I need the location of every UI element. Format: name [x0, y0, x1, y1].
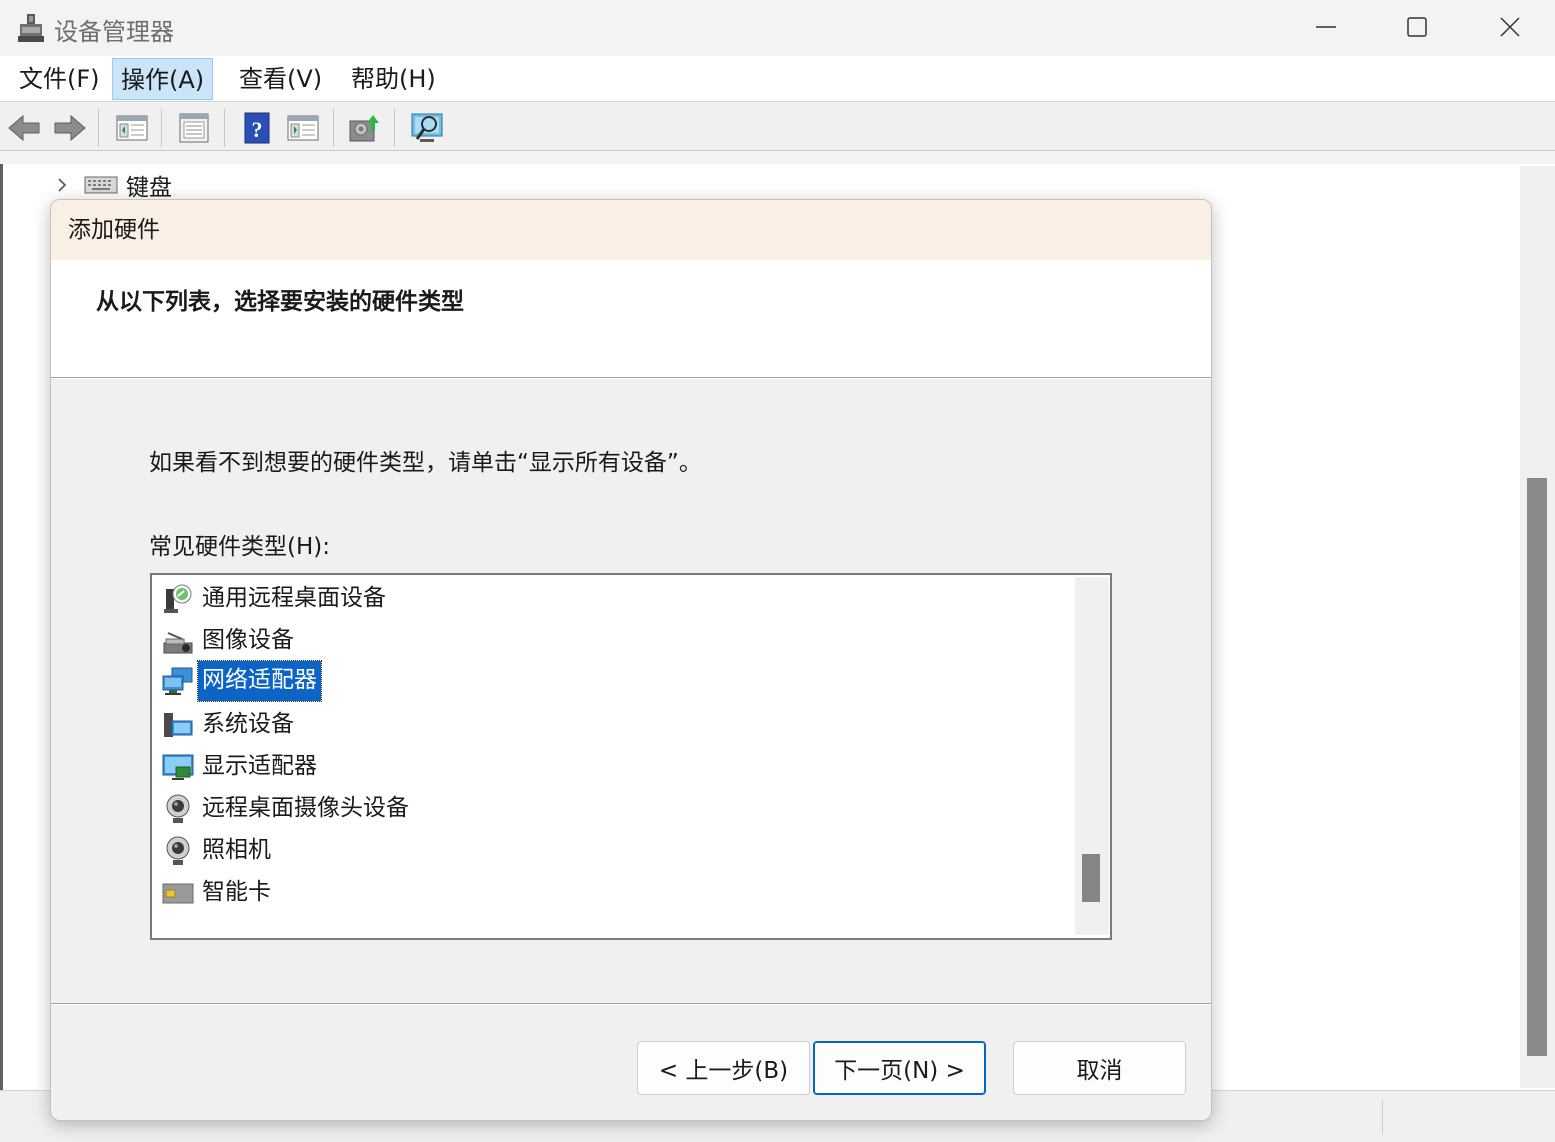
list-item-display-adapter[interactable]: 显示适配器	[162, 749, 321, 785]
scan-hardware-icon[interactable]	[410, 111, 444, 145]
next-button[interactable]: 下一页(N) >	[813, 1041, 986, 1095]
dialog-info-text: 如果看不到想要的硬件类型，请单击“显示所有设备”。	[149, 450, 702, 476]
menu-action[interactable]: 操作(A)	[112, 58, 214, 100]
tree-node-label: 键盘	[126, 175, 172, 201]
list-item-network-adapter[interactable]: 网络适配器	[162, 660, 322, 702]
minimize-button[interactable]	[1281, 0, 1371, 54]
list-item-label: 系统设备	[202, 711, 294, 737]
camera-icon	[166, 836, 190, 865]
show-hide-console-tree-icon[interactable]	[115, 111, 149, 145]
tree-node-keyboard[interactable]: 键盘	[54, 170, 172, 201]
list-item-imaging-device[interactable]: 图像设备	[162, 623, 298, 659]
add-hardware-dialog: 添加硬件 从以下列表，选择要安装的硬件类型 如果看不到想要的硬件类型，请单击“显…	[50, 199, 1212, 1121]
imaging-device-icon	[163, 632, 193, 654]
main-scrollbar-thumb[interactable]	[1527, 478, 1547, 1056]
forward-arrow-icon[interactable]	[53, 111, 87, 145]
list-item-remote-desktop-webcam[interactable]: 远程桌面摄像头设备	[162, 791, 413, 827]
system-device-icon	[164, 713, 193, 737]
device-manager-app-icon	[18, 14, 44, 42]
menu-view[interactable]: 查看(V)	[231, 58, 330, 100]
svg-text:?: ?	[252, 117, 263, 142]
toolbar: ?	[0, 103, 1555, 151]
hardware-list-label: 常见硬件类型(H):	[149, 534, 330, 560]
action-pane-icon[interactable]	[286, 111, 320, 145]
list-item-camera[interactable]: 照相机	[162, 833, 275, 869]
list-item-smart-card[interactable]: 智能卡	[162, 875, 275, 911]
properties-icon[interactable]	[177, 111, 211, 145]
window-title: 设备管理器	[54, 18, 174, 46]
menu-file[interactable]: 文件(F)	[11, 58, 108, 100]
list-scrollbar-thumb[interactable]	[1082, 854, 1100, 902]
divider	[51, 1003, 1211, 1005]
dialog-heading: 从以下列表，选择要安装的硬件类型	[96, 289, 464, 315]
maximize-button[interactable]	[1372, 0, 1462, 54]
smart-card-icon	[162, 883, 194, 904]
close-icon	[1500, 17, 1520, 37]
dialog-header: 从以下列表，选择要安装的硬件类型	[51, 260, 1211, 377]
list-item-label: 网络适配器	[197, 660, 322, 702]
close-button[interactable]	[1465, 0, 1555, 54]
update-driver-icon[interactable]	[347, 111, 381, 145]
list-item-label: 图像设备	[202, 627, 294, 653]
list-item-label: 智能卡	[202, 879, 271, 905]
network-adapter-icon	[162, 667, 193, 695]
menu-help[interactable]: 帮助(H)	[343, 58, 444, 100]
back-button[interactable]: < 上一步(B)	[637, 1041, 810, 1095]
help-icon[interactable]: ?	[240, 111, 274, 145]
list-item-label: 显示适配器	[202, 753, 317, 779]
list-item-label: 照相机	[202, 837, 271, 863]
display-adapter-icon	[162, 754, 194, 780]
divider	[51, 377, 1211, 379]
chevron-right-icon[interactable]	[54, 177, 70, 193]
menu-bar: 文件(F) 操作(A) 查看(V) 帮助(H)	[0, 56, 1555, 102]
maximize-icon	[1407, 17, 1427, 37]
list-item-label: 远程桌面摄像头设备	[202, 795, 409, 821]
minimize-icon	[1316, 26, 1336, 28]
list-item-label: 通用远程桌面设备	[202, 585, 386, 611]
webcam-icon	[166, 794, 190, 823]
hardware-type-list[interactable]: 通用远程桌面设备 图像设备 网络适配器 系统设备 显示适配器 远程桌面摄像头设备…	[150, 573, 1112, 940]
cancel-button[interactable]: 取消	[1013, 1041, 1186, 1095]
list-item-remote-desktop-device[interactable]: 通用远程桌面设备	[162, 581, 390, 617]
window-titlebar: 设备管理器	[0, 0, 1555, 56]
keyboard-icon	[84, 176, 118, 194]
dialog-title: 添加硬件	[51, 200, 1211, 260]
remote-desktop-device-icon	[164, 584, 192, 613]
list-item-system-device[interactable]: 系统设备	[162, 707, 298, 743]
back-arrow-icon[interactable]	[7, 111, 41, 145]
